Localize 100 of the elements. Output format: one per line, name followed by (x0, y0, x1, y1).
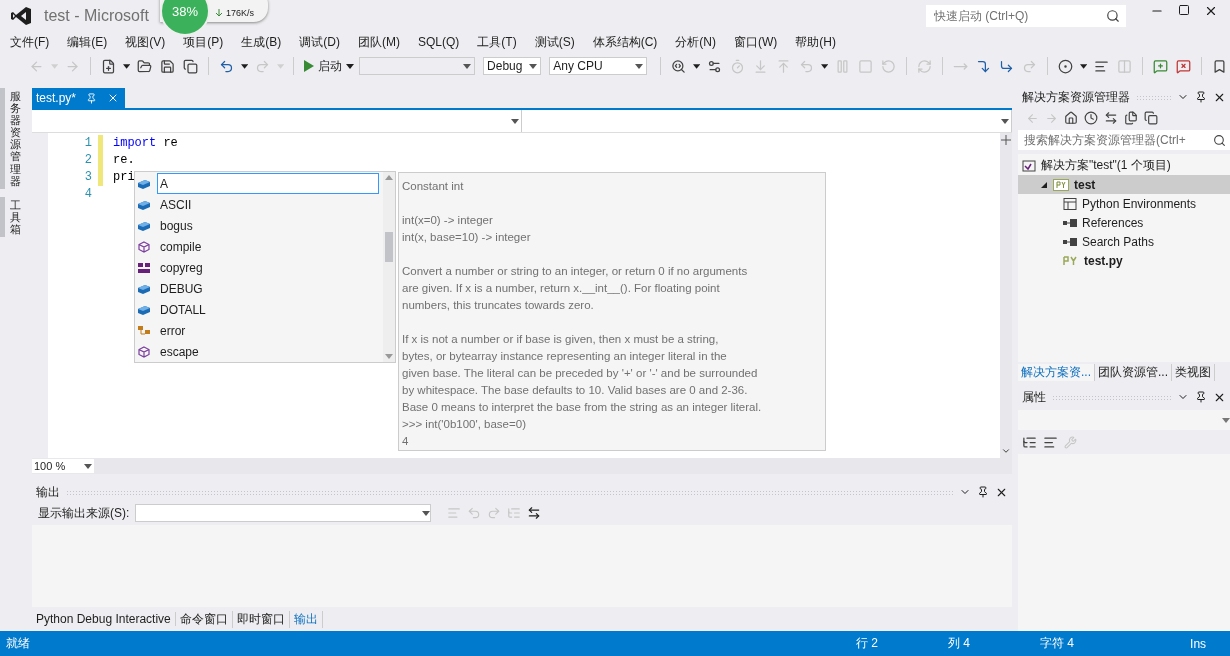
constant-icon (137, 219, 151, 232)
home-icon[interactable] (1064, 111, 1078, 125)
panel-tab[interactable]: 命令窗口 (175, 610, 233, 628)
caret-icon[interactable] (529, 63, 538, 69)
search-icon[interactable] (1106, 9, 1120, 23)
sync-icon[interactable] (1104, 111, 1118, 125)
caret-icon[interactable] (84, 463, 92, 469)
properties-icon[interactable] (1144, 111, 1158, 125)
cube-icon (137, 345, 151, 358)
caret-icon[interactable] (123, 63, 131, 69)
bookmark-icon[interactable] (1211, 58, 1227, 74)
panel-tab[interactable]: 类视图 (1172, 363, 1216, 381)
step-over-icon[interactable] (999, 58, 1015, 74)
pin-icon[interactable] (1195, 91, 1207, 103)
play-icon[interactable] (304, 60, 315, 72)
caret-icon[interactable] (422, 510, 431, 516)
panel-tab[interactable]: Python Debug Interactive (32, 612, 176, 626)
expander-icon[interactable] (1040, 180, 1048, 189)
menu-item[interactable]: 团队(M) (352, 33, 406, 51)
close-icon[interactable] (1204, 4, 1218, 18)
tree-item[interactable]: Python Environments (1018, 194, 1230, 213)
maximize-icon[interactable] (1178, 4, 1190, 16)
side-tab[interactable]: 服务器资源管理器 (0, 88, 27, 189)
menu-item[interactable]: 生成(B) (235, 33, 288, 51)
completion-item[interactable]: copyreg (135, 257, 383, 278)
side-tab[interactable]: 工具箱 (0, 196, 27, 238)
config-dropdown[interactable]: Any CPU (549, 57, 648, 75)
line-number: 4 (84, 186, 92, 203)
caret-icon[interactable] (692, 63, 701, 69)
menu-item[interactable]: 项目(P) (177, 33, 230, 51)
step-into-icon[interactable] (976, 58, 992, 74)
line-number: 1 (84, 135, 92, 152)
caret-icon[interactable] (346, 63, 355, 69)
menu-item[interactable]: 分析(N) (669, 33, 722, 51)
tree-item[interactable]: test (1018, 175, 1230, 194)
tree-item[interactable]: Search Paths (1018, 232, 1230, 251)
status-message: 就绪 (6, 635, 30, 652)
quick-launch-field[interactable]: 快速启动 (Ctrl+Q) (932, 8, 1106, 24)
menu-item[interactable]: SQL(Q) (412, 35, 466, 49)
caret-icon[interactable] (1079, 63, 1088, 69)
collapse-icon[interactable] (1124, 111, 1138, 125)
completion-item[interactable]: compile (135, 236, 383, 257)
sort-icon[interactable] (1043, 434, 1058, 450)
tree-item[interactable]: 解决方案"test"(1 个项目) (1018, 156, 1230, 175)
search-box[interactable]: 搜索解决方案资源管理器(Ctrl+ (1018, 130, 1230, 150)
menu-item[interactable]: 测试(S) (528, 33, 581, 51)
menu-item[interactable]: 编辑(E) (61, 33, 114, 51)
completion-item[interactable]: DOTALL (135, 299, 383, 320)
folder-icon[interactable] (137, 58, 153, 74)
caret-icon[interactable] (511, 118, 519, 124)
menu-item[interactable]: 文件(F) (4, 33, 56, 51)
find-icon[interactable] (670, 58, 686, 74)
caret-icon[interactable] (635, 63, 644, 69)
undo-icon[interactable] (219, 58, 235, 74)
scroll-down-icon[interactable] (1001, 446, 1011, 456)
menu-item[interactable]: 调试(D) (293, 33, 346, 51)
save-all-icon[interactable] (183, 58, 199, 74)
menu-item[interactable]: 工具(T) (471, 33, 523, 51)
completion-item[interactable]: escape (135, 341, 383, 362)
completion-item[interactable]: error (135, 320, 383, 341)
new-file-icon[interactable] (101, 58, 117, 74)
caret-icon[interactable] (1001, 118, 1009, 124)
menu-item[interactable]: 体系结构(C) (586, 33, 664, 51)
tree-item[interactable]: test.py (1018, 251, 1230, 270)
save-icon[interactable] (160, 58, 176, 74)
panel-tab[interactable]: 即时窗口 (232, 610, 290, 628)
caret-icon[interactable] (821, 63, 829, 69)
logo-icon (10, 6, 32, 26)
completion-item[interactable]: DEBUG (135, 278, 383, 299)
config-dropdown[interactable]: Debug (483, 57, 542, 75)
completion-item[interactable]: bogus (135, 215, 383, 236)
history-icon[interactable] (1084, 111, 1098, 125)
caret-icon[interactable] (463, 63, 472, 69)
completion-item[interactable]: ASCII (135, 194, 383, 215)
menu-item[interactable]: 视图(V) (119, 33, 172, 51)
format-icon[interactable] (1094, 58, 1110, 74)
char-indicator: 字符 4 (1040, 635, 1075, 652)
search-field[interactable]: 搜索解决方案资源管理器(Ctrl+ (1022, 132, 1213, 148)
start-button[interactable]: 启动 (301, 56, 358, 76)
word-wrap-icon[interactable] (527, 506, 542, 520)
menu-item[interactable]: 帮助(H) (789, 33, 842, 51)
gear-icon[interactable] (707, 58, 723, 74)
categorized-icon[interactable] (1022, 434, 1037, 450)
panel-tab[interactable]: 解决方案资... (1018, 363, 1095, 381)
splitter-icon[interactable] (1001, 135, 1011, 145)
quick-launch-box[interactable]: 快速启动 (Ctrl+Q) (926, 5, 1126, 27)
panel-tab[interactable]: 输出 (289, 610, 323, 628)
pin-icon[interactable] (1195, 391, 1207, 403)
window-title: test - Microsoft (44, 7, 149, 25)
scroll-thumb[interactable] (385, 232, 393, 262)
pin-icon[interactable] (977, 486, 989, 498)
comment-icon[interactable] (1153, 58, 1168, 74)
breakpoint-icon[interactable] (1057, 58, 1073, 74)
tree-item[interactable]: References (1018, 213, 1230, 232)
zoom-dropdown[interactable]: 100 % (32, 459, 94, 473)
panel-tab[interactable]: 团队资源管... (1095, 363, 1173, 381)
search-icon[interactable] (1213, 133, 1226, 147)
menu-item[interactable]: 窗口(W) (728, 33, 784, 51)
caret-icon[interactable] (241, 63, 249, 69)
uncomment-icon[interactable] (1176, 58, 1191, 74)
